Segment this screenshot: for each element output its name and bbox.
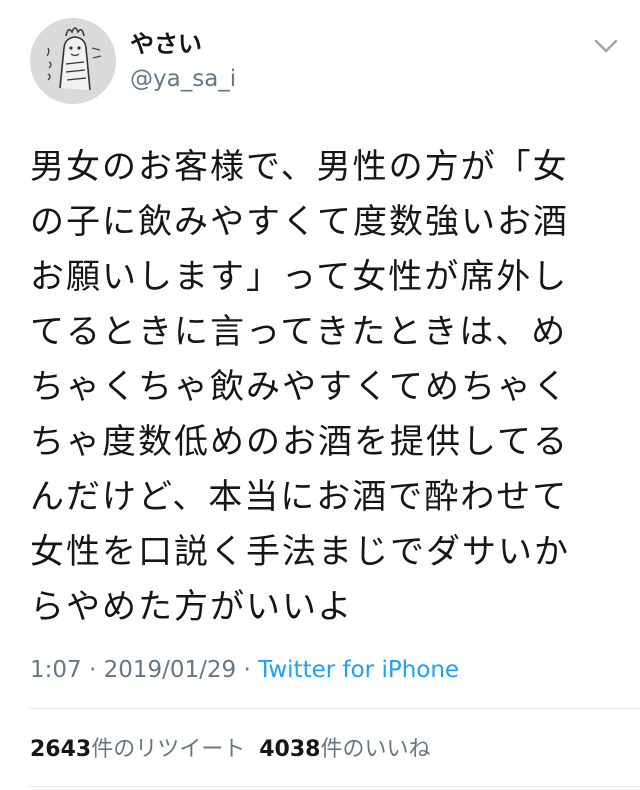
tweet-text-line: 女性を口説く手法まじでダサいか: [30, 532, 570, 572]
retweets-count: 2643: [30, 737, 92, 762]
tweet-source-link[interactable]: Twitter for iPhone: [258, 657, 459, 683]
likes-count: 4038: [259, 737, 321, 762]
divider: [30, 708, 640, 709]
retweets-label: 件のリツイート: [91, 737, 246, 762]
tweet-card: やさい @ya_sa_i 男女のお客様で、男性の方が「女 の子に飲みやすくて度数…: [0, 0, 640, 790]
chevron-down-icon[interactable]: [592, 36, 620, 56]
meta-separator: ·: [88, 657, 97, 683]
divider: [30, 786, 640, 787]
tweet-text-line: 男女のお客様で、男性の方が「女: [30, 147, 569, 187]
tweet-text-line: てるときに言ってきたときは、め: [30, 312, 568, 352]
tweet-text: 男女のお客様で、男性の方が「女 の子に飲みやすくて度数強いお酒 お願いします」っ…: [30, 140, 615, 635]
tweet-text-line: ちゃくちゃ飲みやすくてめちゃく: [30, 367, 569, 407]
likes-label: 件のいいね: [320, 737, 431, 762]
tweet-time[interactable]: 1:07: [30, 657, 82, 683]
retweets-stat[interactable]: 2643件のリツイート: [30, 737, 245, 762]
user-handle[interactable]: @ya_sa_i: [130, 63, 236, 95]
tweet-text-line: お願いします」って女性が席外し: [30, 257, 569, 297]
avatar[interactable]: [30, 18, 116, 104]
tweet-meta: 1:07 · 2019/01/29 · Twitter for iPhone: [30, 654, 459, 686]
user-names: やさい @ya_sa_i: [130, 28, 236, 95]
meta-separator: ·: [243, 657, 251, 683]
tweet-text-line: の子に飲みやすくて度数強いお酒: [30, 202, 569, 242]
tweet-date[interactable]: 2019/01/29: [104, 657, 237, 683]
tweet-text-line: らやめた方がいいよ: [30, 587, 354, 627]
tweet-stats: 2643件のリツイート 4038件のいいね: [30, 735, 431, 765]
avatar-illustration: [30, 18, 116, 104]
tweet-text-line: ちゃ度数低めのお酒を提供してる: [30, 422, 569, 462]
tweet-text-line: んだけど、本当にお酒で酔わせて: [30, 477, 569, 517]
display-name[interactable]: やさい: [130, 28, 236, 60]
likes-stat[interactable]: 4038件のいいね: [259, 737, 430, 762]
tweet-header: やさい @ya_sa_i: [30, 18, 620, 108]
